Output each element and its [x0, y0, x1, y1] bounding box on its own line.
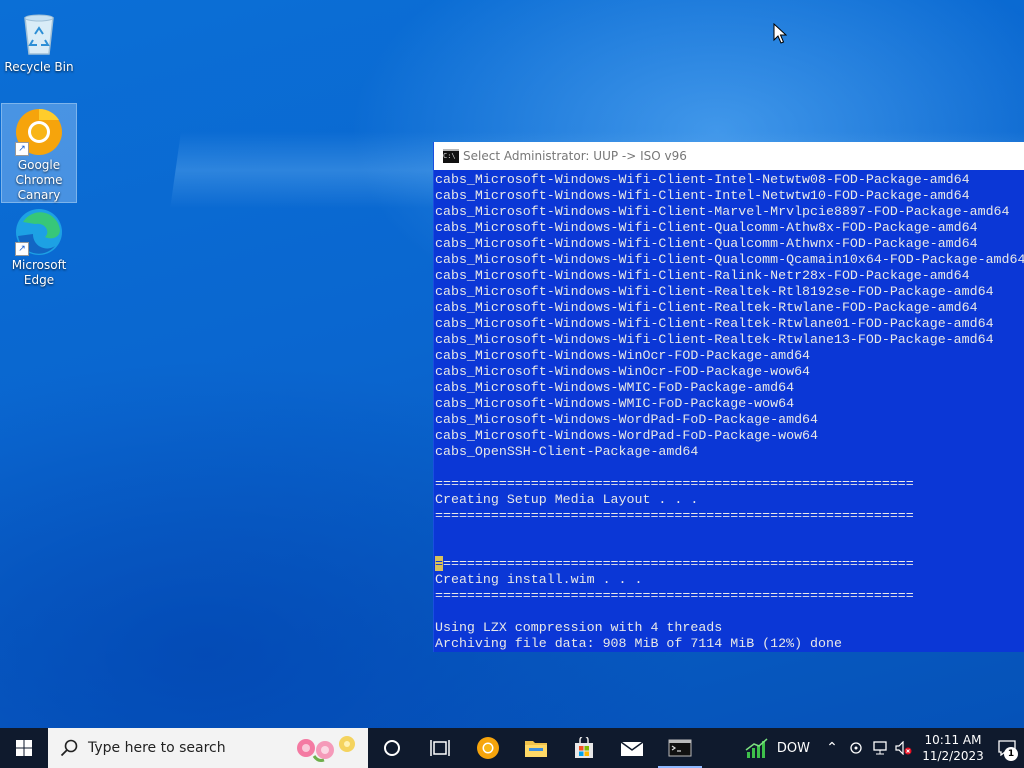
taskbar: Type here to search DOW ⌃ 10:11 AM 11/2/…	[0, 728, 1024, 768]
windows-logo-icon	[16, 740, 32, 756]
taskbar-mail[interactable]	[608, 728, 656, 768]
taskbar-command-prompt[interactable]	[656, 728, 704, 768]
network-icon	[873, 741, 887, 755]
chevron-up-icon: ⌃	[826, 740, 838, 756]
mail-icon	[620, 741, 644, 756]
desktop-icon-label: Recycle Bin	[4, 60, 74, 74]
desktop-icon-label: Google Chrome Canary	[15, 158, 63, 202]
file-explorer-icon	[525, 741, 547, 757]
command-prompt-icon: C:\	[443, 149, 459, 163]
console-line: cabs_Microsoft-Windows-WordPad-FoD-Packa…	[435, 412, 819, 427]
stock-ticker-label: DOW	[776, 740, 810, 756]
console-line: ========================================…	[435, 556, 1024, 572]
tray-app-button[interactable]	[844, 728, 868, 768]
console-line: cabs_Microsoft-Windows-Wifi-Client-Qualc…	[435, 236, 978, 251]
console-line: cabs_Microsoft-Windows-WinOcr-FOD-Packag…	[435, 348, 811, 363]
console-line: cabs_Microsoft-Windows-WMIC-FoD-Package-…	[435, 396, 795, 411]
console-window[interactable]: C:\ Select Administrator: UUP -> ISO v96…	[433, 142, 1024, 652]
console-line: cabs_Microsoft-Windows-Wifi-Client-Realt…	[435, 284, 994, 299]
search-highlight-flowers-icon	[297, 736, 355, 762]
show-hidden-icons-button[interactable]: ⌃	[820, 728, 844, 768]
console-line: cabs_Microsoft-Windows-WordPad-FoD-Packa…	[435, 428, 819, 443]
taskbar-search-box[interactable]: Type here to search	[48, 728, 368, 768]
shortcut-arrow-icon: ↗	[15, 242, 29, 256]
console-line: cabs_Microsoft-Windows-Wifi-Client-Qualc…	[435, 252, 1024, 267]
console-line: ========================================…	[435, 508, 914, 523]
system-tray: DOW ⌃ 10:11 AM 11/2/2023 1	[739, 728, 1024, 768]
console-title: Select Administrator: UUP -> ISO v96	[463, 149, 687, 163]
desktop-icon-recycle-bin[interactable]: Recycle Bin	[2, 6, 76, 75]
stock-chart-icon	[745, 738, 768, 758]
chrome-canary-icon	[477, 737, 499, 759]
console-line: ========================================…	[435, 588, 914, 603]
console-line: cabs_Microsoft-Windows-Wifi-Client-Ralin…	[435, 268, 970, 283]
console-selection-cursor: =	[435, 556, 443, 571]
action-center-button[interactable]: 1	[990, 728, 1024, 768]
console-line: cabs_Microsoft-Windows-Wifi-Client-Realt…	[435, 316, 994, 331]
network-button[interactable]	[868, 728, 892, 768]
volume-muted-icon	[895, 741, 912, 755]
clock-date: 11/2/2023	[922, 749, 984, 763]
terminal-icon	[668, 739, 692, 757]
console-line: Creating install.wim . . .	[435, 572, 643, 587]
console-line: cabs_Microsoft-Windows-WMIC-FoD-Package-…	[435, 380, 795, 395]
console-line: cabs_Microsoft-Windows-WinOcr-FOD-Packag…	[435, 364, 811, 379]
stock-widget[interactable]: DOW	[739, 728, 820, 768]
volume-button[interactable]	[892, 728, 916, 768]
cortana-icon	[384, 740, 400, 756]
console-output[interactable]: cabs_Microsoft-Windows-Wifi-Client-Intel…	[434, 170, 1024, 650]
taskbar-store[interactable]	[560, 728, 608, 768]
cortana-button[interactable]	[368, 728, 416, 768]
people-icon	[850, 742, 862, 754]
desktop-icon-edge[interactable]: ↗ Microsoft Edge	[2, 204, 76, 288]
taskbar-clock[interactable]: 10:11 AM 11/2/2023	[916, 732, 990, 764]
mouse-pointer-icon	[773, 22, 788, 49]
edge-icon: ↗	[15, 208, 63, 256]
console-titlebar[interactable]: C:\ Select Administrator: UUP -> ISO v96	[434, 142, 1024, 170]
console-line: Creating Setup Media Layout . . .	[435, 492, 699, 507]
recycle-bin-icon	[15, 10, 63, 58]
task-view-button[interactable]	[416, 728, 464, 768]
console-line: Using LZX compression with 4 threads	[435, 620, 723, 635]
shortcut-arrow-icon: ↗	[15, 142, 29, 156]
console-line: cabs_Microsoft-Windows-Wifi-Client-Realt…	[435, 332, 994, 347]
console-line: ========================================…	[435, 476, 914, 491]
search-placeholder: Type here to search	[88, 740, 226, 756]
console-line: cabs_Microsoft-Windows-Wifi-Client-Intel…	[435, 188, 970, 203]
taskbar-file-explorer[interactable]	[512, 728, 560, 768]
chrome-canary-icon: ↗	[15, 108, 63, 156]
console-line-rest: ========================================…	[442, 556, 914, 571]
store-icon	[575, 737, 593, 758]
console-line: cabs_OpenSSH-Client-Package-amd64	[435, 444, 699, 459]
console-line: cabs_Microsoft-Windows-Wifi-Client-Marve…	[435, 204, 1010, 219]
console-line: cabs_Microsoft-Windows-Wifi-Client-Qualc…	[435, 220, 978, 235]
taskbar-chrome-canary[interactable]	[464, 728, 512, 768]
desktop-icon-label: Microsoft Edge	[11, 258, 67, 287]
console-line: cabs_Microsoft-Windows-Wifi-Client-Realt…	[435, 300, 978, 315]
task-view-icon	[430, 740, 450, 756]
console-line: cabs_Microsoft-Windows-Wifi-Client-Intel…	[435, 172, 970, 187]
notification-count-badge: 1	[1004, 747, 1018, 761]
desktop-icon-chrome-canary[interactable]: ↗ Google Chrome Canary	[1, 103, 77, 203]
search-icon	[60, 739, 78, 757]
console-line: Archiving file data: 908 MiB of 7114 MiB…	[435, 636, 842, 650]
clock-time: 10:11 AM	[924, 733, 982, 747]
start-button[interactable]	[0, 728, 48, 768]
